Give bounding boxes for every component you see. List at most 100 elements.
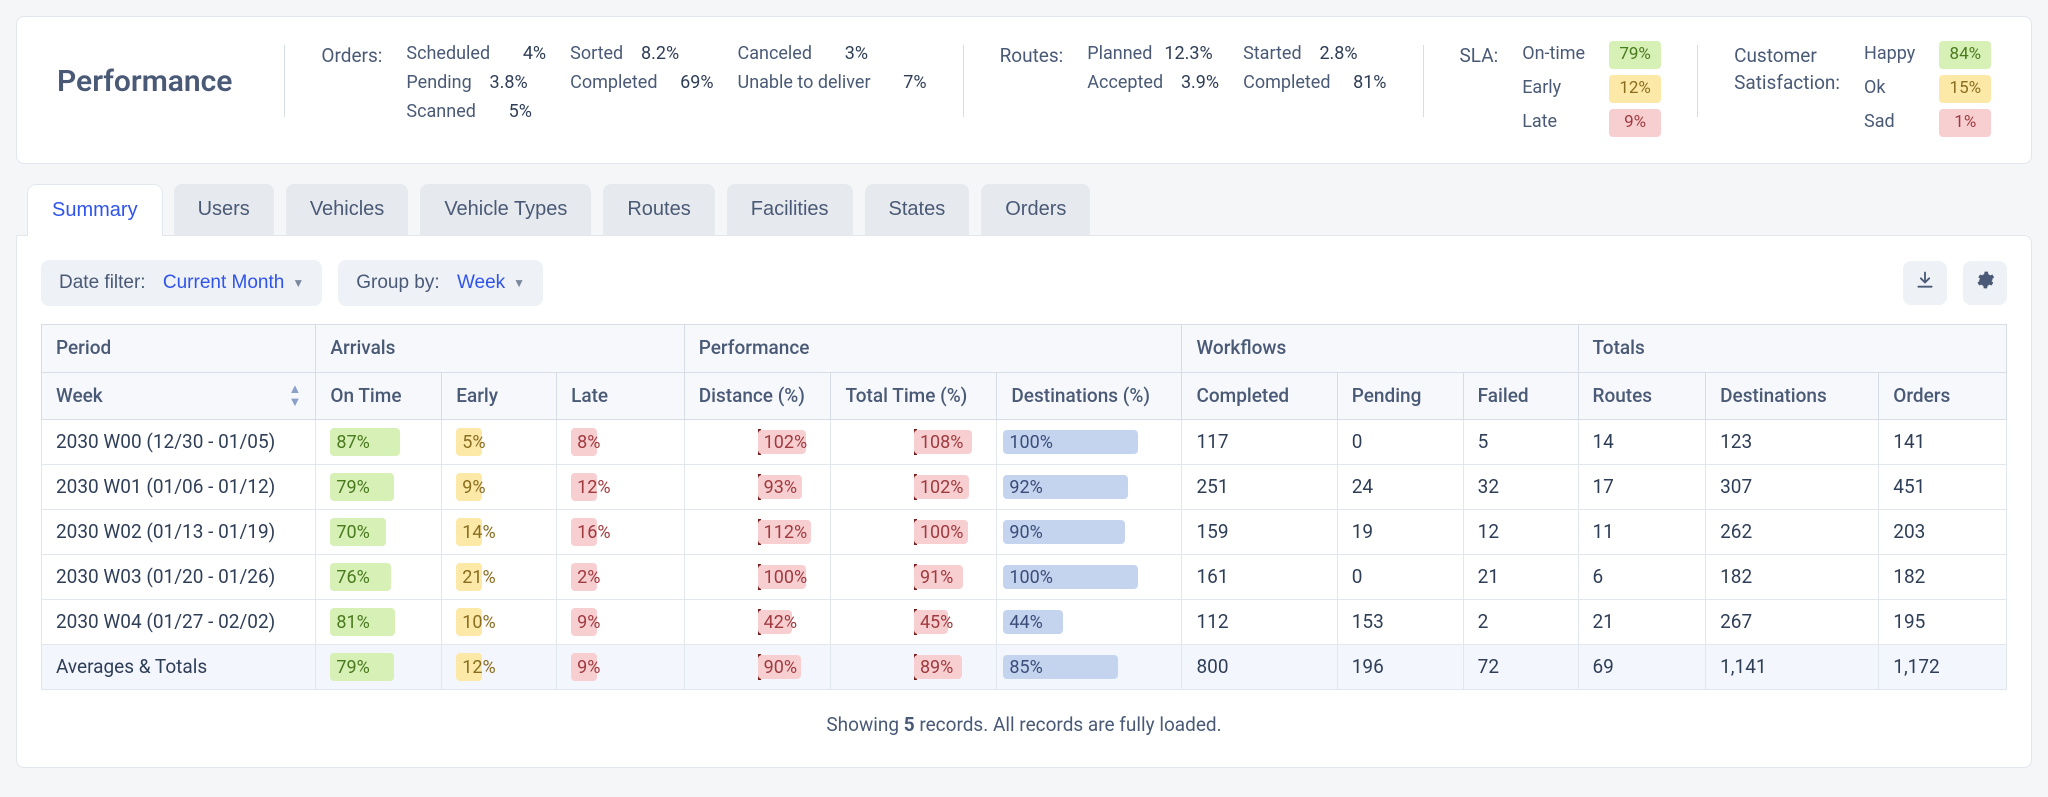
column-header[interactable]: Week▲▼ [42, 372, 316, 420]
kpi-value: 4% [502, 41, 546, 66]
arrival-bar: 76% [330, 563, 391, 591]
arrival-bar: 9% [456, 473, 482, 501]
tab-summary[interactable]: Summary [28, 185, 162, 236]
column-header[interactable]: On Time [316, 372, 442, 420]
kpi-value: 3.9% [1175, 70, 1219, 95]
destinations-bar: 92% [1003, 475, 1127, 499]
kpi-orders: Orders: Scheduled4%Pending3.8%Scanned5% … [321, 41, 926, 125]
table-row: 2030 W01 (01/06 - 01/12)79%9%12%93%102%9… [42, 465, 2007, 510]
tab-vehicles[interactable]: Vehicles [286, 184, 409, 235]
column-header[interactable]: Late [557, 372, 685, 420]
arrival-bar: 21% [456, 563, 482, 591]
arrival-bar: 10% [456, 608, 482, 636]
tab-routes[interactable]: Routes [603, 184, 714, 235]
kpi-row: Completed81% [1243, 70, 1386, 95]
column-header[interactable]: Destinations (%) [997, 372, 1182, 420]
tab-facilities[interactable]: Facilities [727, 184, 853, 235]
performance-bar: 100% [758, 565, 806, 589]
download-button[interactable] [1903, 261, 1947, 305]
arrival-bar: 79% [330, 473, 393, 501]
kpi-row: Planned12.3% [1087, 41, 1219, 66]
kpi-routes: Routes: Planned12.3%Accepted3.9% Started… [1000, 41, 1387, 95]
kpi-key: Scheduled [406, 41, 490, 66]
tab-users[interactable]: Users [174, 184, 274, 235]
tab-states[interactable]: States [865, 184, 970, 235]
kpi-row: Completed69% [570, 70, 713, 95]
performance-bar: 100% [914, 520, 968, 544]
kpi-key: Pending [406, 70, 471, 95]
date-filter-select[interactable]: Date filter: Current Month ▼ [41, 260, 322, 306]
arrival-bar: 16% [571, 518, 597, 546]
kpi-key: Planned [1087, 41, 1152, 66]
performance-bar: 93% [758, 475, 803, 499]
kpi-sla: SLA: On-timeEarlyLate 79%12%9% [1460, 41, 1662, 139]
arrival-bar: 12% [456, 653, 482, 681]
arrival-bar: 81% [330, 608, 395, 636]
performance-header: Performance Orders: Scheduled4%Pending3.… [16, 16, 2032, 164]
column-header[interactable]: Failed [1463, 372, 1578, 420]
kpi-value: 3% [824, 41, 868, 66]
column-header[interactable]: Destinations [1706, 372, 1879, 420]
kpi-key: Sad [1864, 109, 1915, 139]
kpi-key: Canceled [738, 41, 813, 66]
table-row: 2030 W02 (01/13 - 01/19)70%14%16%112%100… [42, 510, 2007, 555]
arrival-bar: 8% [571, 428, 597, 456]
kpi-badge: 9% [1609, 109, 1661, 137]
sort-icon[interactable]: ▲▼ [289, 383, 302, 409]
kpi-badge: 79% [1609, 41, 1661, 69]
column-header[interactable]: Total Time (%) [831, 372, 997, 420]
kpi-value: 81% [1343, 70, 1387, 95]
kpi-row: Started2.8% [1243, 41, 1386, 66]
arrival-bar: 70% [330, 518, 386, 546]
column-header[interactable]: Pending [1337, 372, 1463, 420]
totals-row: Averages & Totals79%12%9%90%89%85%800196… [42, 645, 2007, 690]
kpi-value: 8.2% [635, 41, 679, 66]
tab-vehicle-types[interactable]: Vehicle Types [420, 184, 591, 235]
performance-bar: 89% [914, 655, 962, 679]
arrival-bar: 9% [571, 653, 597, 681]
table-row: 2030 W04 (01/27 - 02/02)81%10%9%42%45%44… [42, 600, 2007, 645]
gear-icon [1975, 270, 1995, 296]
kpi-key: Unable to deliver [738, 70, 871, 95]
group-by-select[interactable]: Group by: Week ▼ [338, 260, 543, 306]
download-icon [1915, 270, 1935, 296]
column-group: Workflows [1182, 325, 1578, 373]
performance-bar: 45% [914, 610, 948, 634]
column-group: Period [42, 325, 316, 373]
arrival-bar: 79% [330, 653, 393, 681]
chevron-down-icon: ▼ [292, 276, 304, 290]
arrival-bar: 14% [456, 518, 482, 546]
destinations-bar: 90% [1003, 520, 1125, 544]
column-group: Performance [684, 325, 1182, 373]
kpi-value: 5% [488, 99, 532, 124]
kpi-value: 3.8% [484, 70, 528, 95]
column-header[interactable]: Routes [1578, 372, 1706, 420]
table-row: 2030 W00 (12/30 - 01/05)87%5%8%102%108%1… [42, 420, 2007, 465]
kpi-row: Scheduled 4% [406, 41, 546, 66]
kpi-key: Ok [1864, 75, 1915, 105]
kpi-badge: 15% [1939, 75, 1991, 103]
kpi-row: Sorted8.2% [570, 41, 713, 66]
kpi-key: Early [1522, 75, 1585, 105]
settings-button[interactable] [1963, 261, 2007, 305]
kpi-key: Completed [570, 70, 657, 95]
tab-orders[interactable]: Orders [981, 184, 1090, 235]
arrival-bar: 12% [571, 473, 597, 501]
kpi-key: On-time [1522, 41, 1585, 71]
column-header[interactable]: Early [442, 372, 557, 420]
kpi-badge: 12% [1609, 75, 1661, 103]
column-header[interactable]: Completed [1182, 372, 1337, 420]
column-header[interactable]: Orders [1879, 372, 2007, 420]
performance-bar: 42% [758, 610, 792, 634]
column-header[interactable]: Distance (%) [684, 372, 831, 420]
performance-bar: 112% [758, 520, 812, 544]
tabs: SummaryUsersVehiclesVehicle TypesRoutes F… [16, 184, 2032, 235]
kpi-row: Unable to deliver7% [738, 70, 927, 95]
performance-bar: 108% [914, 430, 973, 454]
destinations-bar: 44% [1003, 610, 1062, 634]
kpi-csat: Customer Satisfaction: HappyOkSad 84%15%… [1734, 41, 1991, 139]
performance-bar: 90% [758, 655, 801, 679]
table-footer: Showing 5 records. All records are fully… [41, 712, 2007, 739]
destinations-bar: 100% [1003, 430, 1138, 454]
performance-table: PeriodArrivalsPerformanceWorkflowsTotals… [41, 324, 2007, 690]
